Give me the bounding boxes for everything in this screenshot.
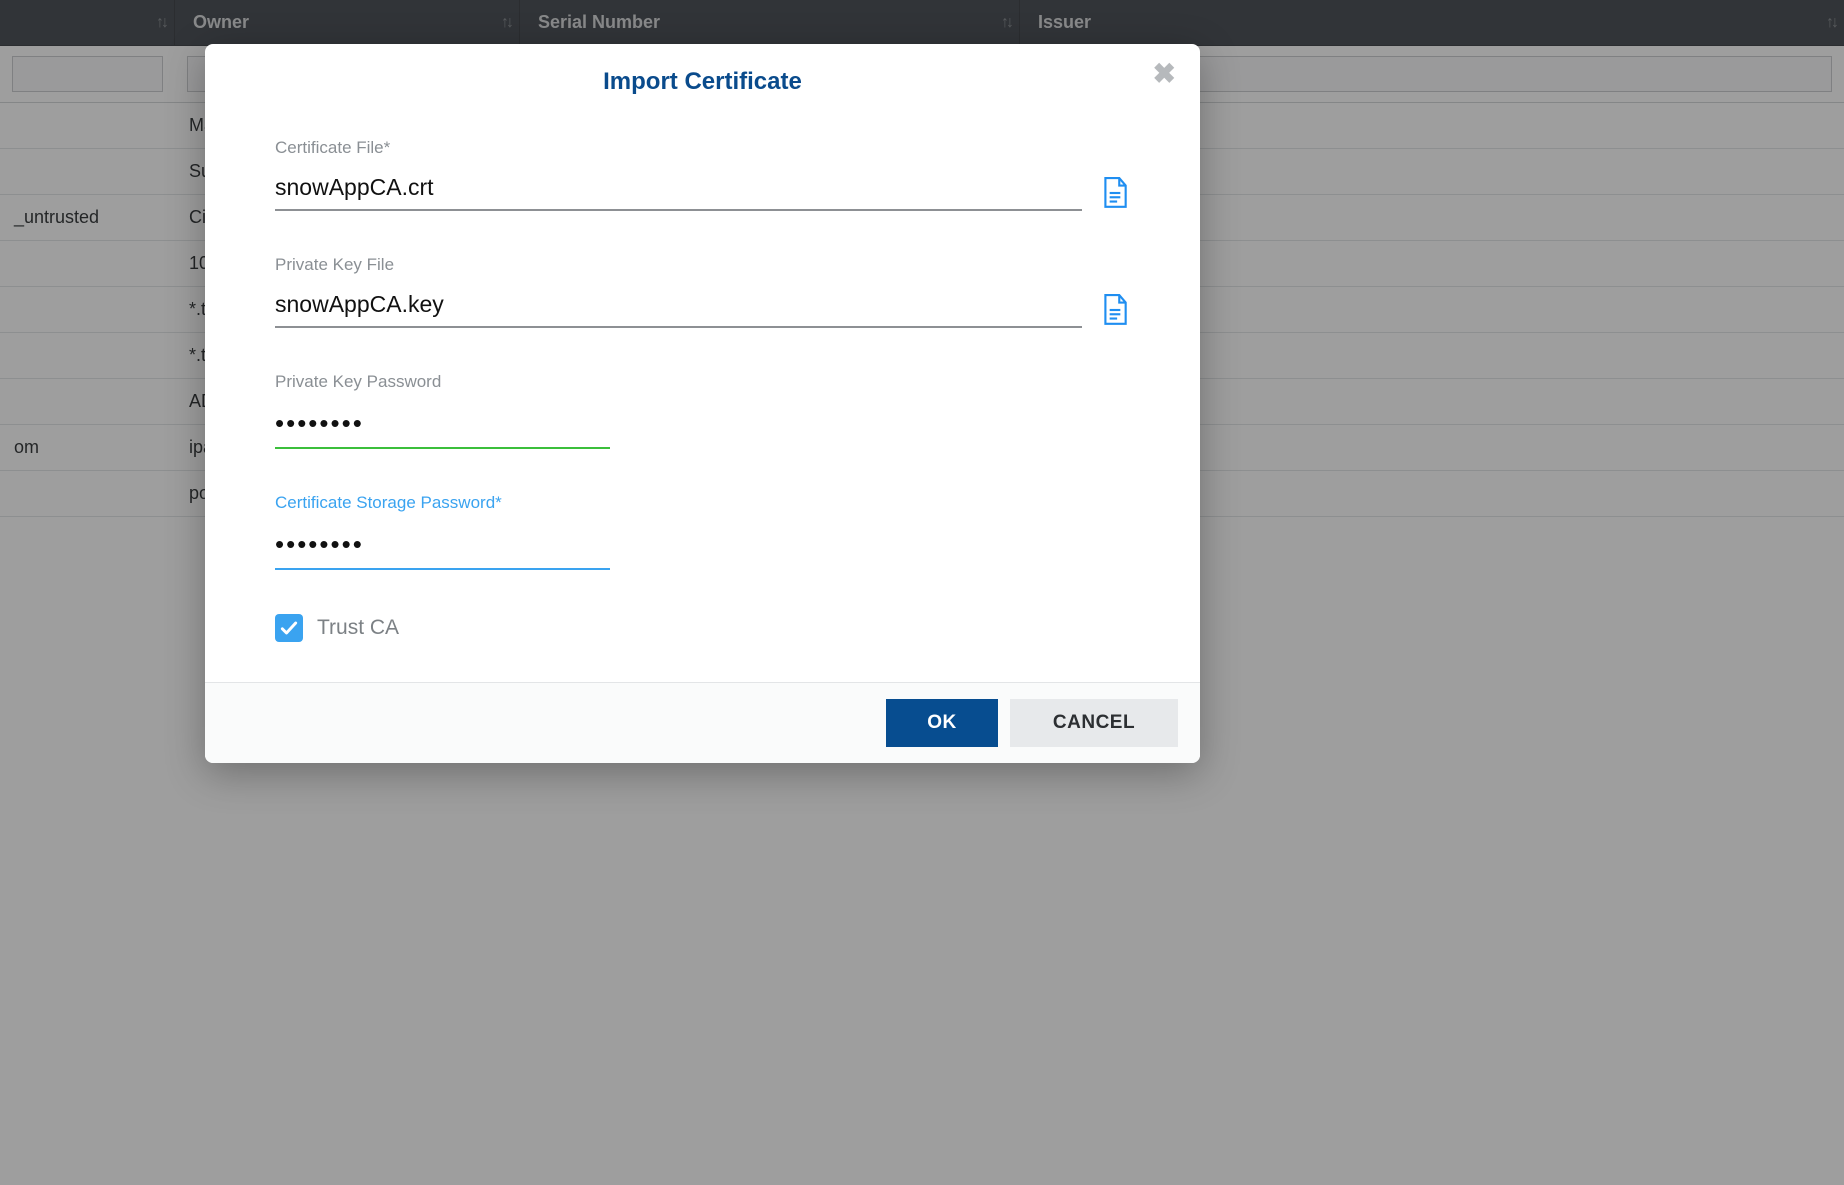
certificate-file-field: Certificate File* bbox=[275, 138, 1130, 211]
modal-footer: OK CANCEL bbox=[205, 682, 1200, 763]
trust-ca-row: Trust CA bbox=[275, 614, 1130, 642]
field-label: Private Key Password bbox=[275, 372, 1130, 392]
ok-button[interactable]: OK bbox=[886, 699, 998, 747]
check-icon bbox=[279, 618, 299, 638]
private-key-password-field: Private Key Password bbox=[275, 372, 1130, 449]
import-certificate-modal: Import Certificate ✖ Certificate File* bbox=[205, 44, 1200, 763]
storage-password-input[interactable] bbox=[275, 523, 610, 570]
private-key-password-input[interactable] bbox=[275, 402, 610, 449]
storage-password-field: Certificate Storage Password* bbox=[275, 493, 1130, 570]
field-label: Certificate Storage Password* bbox=[275, 493, 1130, 513]
browse-file-button[interactable] bbox=[1100, 175, 1130, 211]
file-icon bbox=[1102, 294, 1128, 326]
modal-title: Import Certificate bbox=[205, 68, 1200, 96]
close-icon[interactable]: ✖ bbox=[1153, 60, 1176, 88]
trust-ca-label: Trust CA bbox=[317, 616, 399, 640]
private-key-file-field: Private Key File bbox=[275, 255, 1130, 328]
trust-ca-checkbox[interactable] bbox=[275, 614, 303, 642]
certificate-file-input[interactable] bbox=[275, 168, 1082, 211]
field-label: Certificate File* bbox=[275, 138, 1130, 158]
private-key-file-input[interactable] bbox=[275, 285, 1082, 328]
browse-file-button[interactable] bbox=[1100, 292, 1130, 328]
modal-body: Certificate File* Private Key File bbox=[205, 108, 1200, 682]
modal-header: Import Certificate ✖ bbox=[205, 44, 1200, 108]
field-label: Private Key File bbox=[275, 255, 1130, 275]
cancel-button[interactable]: CANCEL bbox=[1010, 699, 1178, 747]
file-icon bbox=[1102, 177, 1128, 209]
